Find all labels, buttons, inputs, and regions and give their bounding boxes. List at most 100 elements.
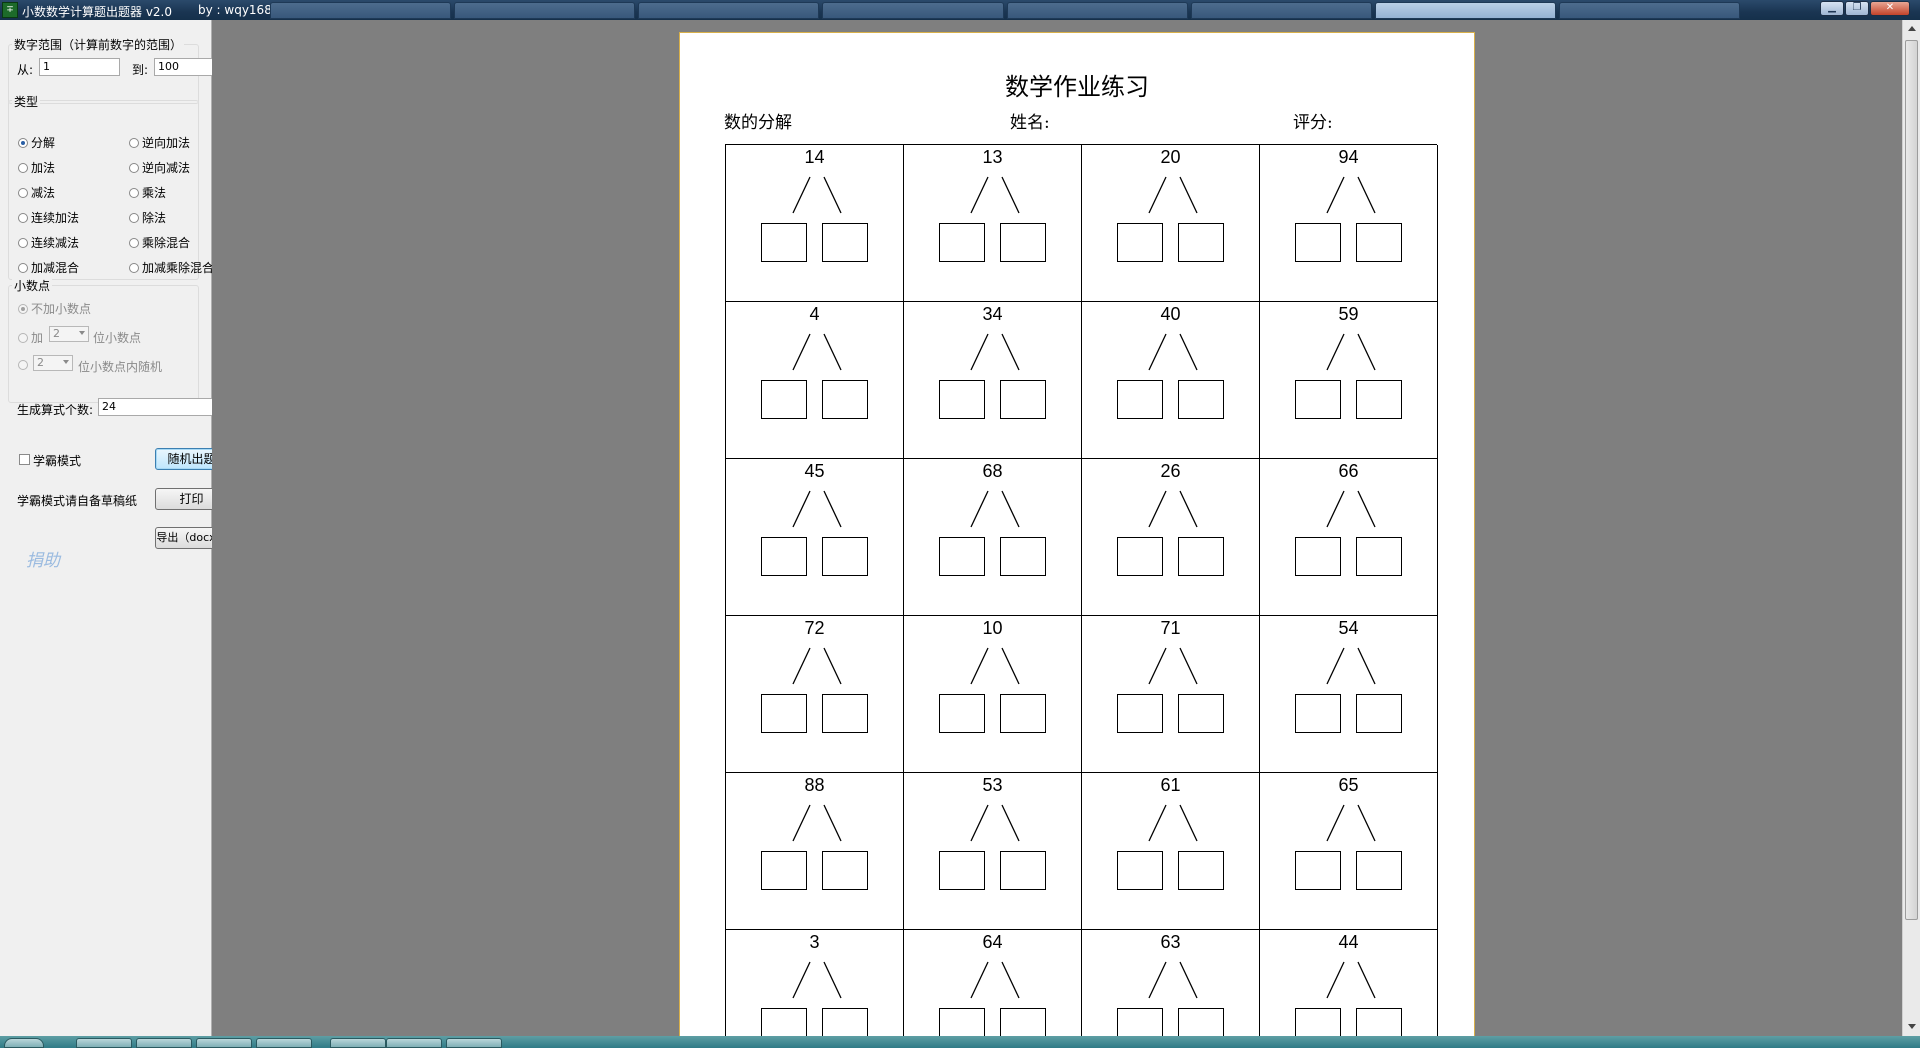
radio-type-option[interactable]: 乘法 (129, 184, 166, 201)
radio-dot (129, 188, 139, 198)
right-branch-line (1001, 176, 1020, 214)
worksheet-subtitle: 数的分解 (724, 113, 792, 133)
background-tab[interactable] (822, 2, 1004, 19)
right-branch-line (1179, 176, 1198, 214)
radio-random-decimal[interactable] (18, 358, 31, 372)
radio-type-option[interactable]: 逆向加法 (129, 134, 190, 151)
radio-type-option[interactable]: 乘除混合 (129, 234, 190, 251)
donate-link[interactable]: 捐助 (26, 546, 60, 571)
radio-no-decimal[interactable]: 不加小数点 (18, 300, 91, 317)
random-decimal-value: 2 (37, 356, 44, 369)
answer-box-left (761, 1008, 807, 1036)
range-from-input[interactable]: 1 (39, 58, 120, 76)
radio-type-option[interactable]: 逆向减法 (129, 159, 190, 176)
decomposition-cell: 3 (726, 930, 904, 1036)
background-tab[interactable] (1006, 2, 1188, 19)
answer-box-left (939, 223, 985, 262)
answer-box-left (1295, 223, 1341, 262)
taskbar-app[interactable] (256, 1038, 312, 1048)
range-group-label: 数字范围（计算前数字的范围） (12, 36, 185, 53)
random-decimal-select[interactable]: 2 (33, 355, 73, 371)
radio-type-option[interactable]: 减法 (18, 184, 55, 201)
background-tab-active[interactable] (1374, 2, 1556, 19)
branch-lines (1326, 961, 1376, 999)
left-branch-line (1326, 490, 1345, 528)
document-preview[interactable]: 数学作业练习 数的分解 姓名: 评分: 14 13 20 94 4 34 40 59 45 68 2… (212, 20, 1902, 1036)
background-tab[interactable] (1190, 2, 1372, 19)
xueba-mode-checkbox[interactable] (19, 454, 30, 465)
scroll-thumb[interactable] (1905, 40, 1918, 920)
radio-type-option-label: 乘除混合 (142, 236, 191, 250)
decimal-places-value: 2 (53, 327, 60, 340)
app-icon: ∓ (2, 2, 18, 18)
name-label: 姓名: (1010, 113, 1050, 133)
right-branch-line (1001, 647, 1020, 685)
answer-box-right (822, 851, 868, 890)
decomposition-cell: 63 (1082, 930, 1260, 1036)
background-tab[interactable] (1558, 2, 1740, 19)
range-from-label: 从: (17, 63, 34, 77)
radio-type-option[interactable]: 连续加法 (18, 209, 79, 226)
maximize-button[interactable]: ❐ (1845, 1, 1869, 16)
radio-type-option[interactable]: 分解 (18, 134, 55, 151)
branch-lines (792, 804, 842, 842)
right-branch-line (1357, 333, 1376, 371)
radio-type-option[interactable]: 加减乘除混合 (129, 259, 214, 276)
right-branch-line (1179, 647, 1198, 685)
answer-box-left (939, 694, 985, 733)
vertical-scrollbar[interactable] (1902, 20, 1920, 1036)
background-tab[interactable] (270, 2, 452, 19)
answer-box-right (1000, 694, 1046, 733)
answer-box-right (822, 1008, 868, 1036)
count-input[interactable]: 24 (98, 398, 217, 416)
taskbar-app[interactable] (446, 1038, 502, 1048)
background-tab[interactable] (454, 2, 636, 19)
answer-box-left (761, 380, 807, 419)
radio-add-decimal[interactable]: 加 (18, 329, 43, 346)
scroll-down-icon[interactable] (1908, 1024, 1916, 1029)
xueba-mode-note: 学霸模式请自备草稿纸 (17, 494, 138, 508)
taskbar-app[interactable] (196, 1038, 252, 1048)
answer-box-right (1356, 223, 1402, 262)
answer-box-right (1000, 223, 1046, 262)
minimize-button[interactable]: ▁ (1820, 1, 1844, 16)
taskbar-app[interactable] (386, 1038, 442, 1048)
answer-box-left (761, 694, 807, 733)
decomposition-cell: 94 (1260, 145, 1438, 302)
branch-lines (792, 647, 842, 685)
branch-lines (1326, 333, 1376, 371)
taskbar-app[interactable] (330, 1038, 386, 1048)
answer-box-left (939, 1008, 985, 1036)
background-tab[interactable] (638, 2, 820, 19)
branch-lines (970, 961, 1020, 999)
radio-type-option[interactable]: 除法 (129, 209, 166, 226)
decomposition-grid: 14 13 20 94 4 34 40 59 45 68 26 66 72 10 71 54 88 53 61 65 3… (725, 144, 1438, 1036)
radio-type-option[interactable]: 连续减法 (18, 234, 79, 251)
close-button[interactable]: ✕ (1870, 1, 1910, 16)
answer-box-left (1295, 1008, 1341, 1036)
radio-type-option-label: 减法 (31, 186, 56, 200)
answer-box-right (1000, 851, 1046, 890)
scroll-up-icon[interactable] (1908, 26, 1916, 31)
taskbar-app[interactable] (136, 1038, 192, 1048)
answer-box-left (1117, 851, 1163, 890)
taskbar-app[interactable] (76, 1038, 132, 1048)
answer-box-right (1178, 537, 1224, 576)
radio-type-option-label: 连续减法 (31, 236, 80, 250)
radio-type-option-label: 除法 (142, 211, 167, 225)
start-button[interactable] (4, 1038, 44, 1048)
decomposition-cell: 40 (1082, 302, 1260, 459)
answer-box-right (1000, 1008, 1046, 1036)
right-branch-line (1357, 176, 1376, 214)
decimal-places-select[interactable]: 2 (49, 326, 89, 342)
left-branch-line (1148, 804, 1167, 842)
right-branch-line (1357, 647, 1376, 685)
radio-type-option[interactable]: 加减混合 (18, 259, 79, 276)
answer-box-right (1356, 694, 1402, 733)
decomposition-cell: 72 (726, 616, 904, 773)
control-panel: 数字范围（计算前数字的范围） 从: 1 到: 100 类型 分解 逆向加法 加法 逆向… (0, 20, 235, 1036)
count-label: 生成算式个数: (17, 403, 94, 417)
radio-type-option[interactable]: 加法 (18, 159, 55, 176)
right-branch-line (823, 176, 842, 214)
decomposition-cell: 54 (1260, 616, 1438, 773)
